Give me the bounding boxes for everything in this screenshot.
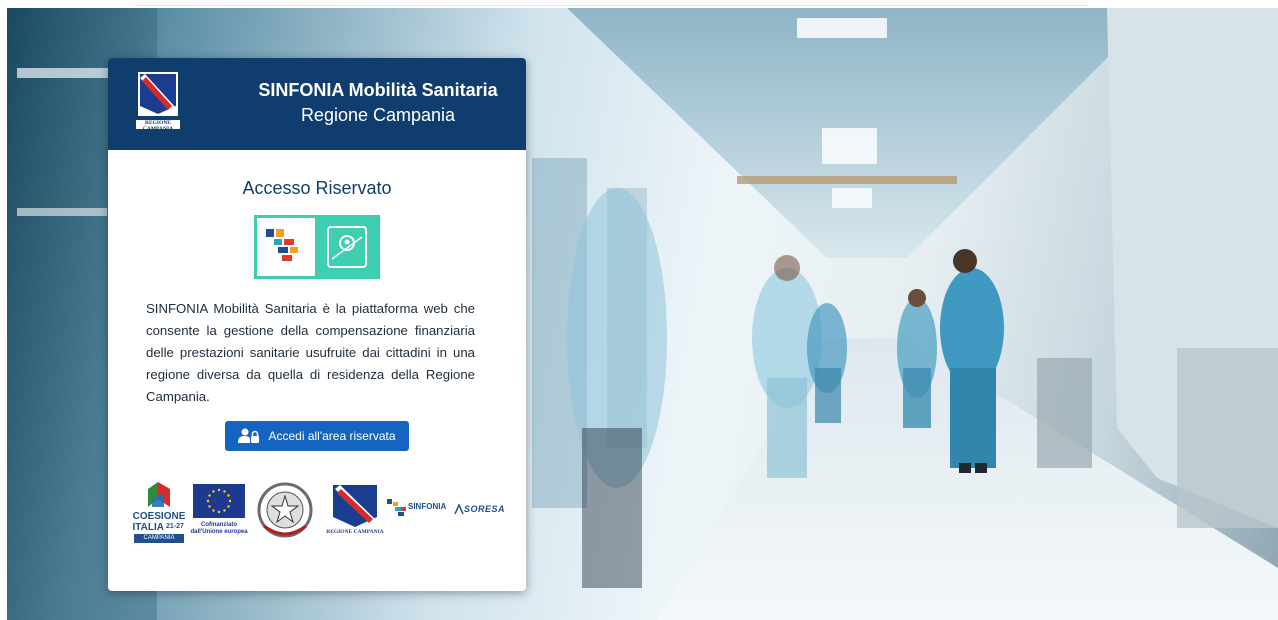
coesione-years: 21-27: [166, 523, 184, 530]
eu-cofinanced-logo: Cofinanziato dall'Unione europea: [190, 484, 250, 544]
soresa-mark-icon: [454, 504, 464, 515]
sinfonia-mobility-app-icon: [254, 215, 380, 279]
access-title: Accesso Riservato: [242, 178, 392, 198]
coesione-tag: CAMPANIA: [134, 534, 184, 543]
regione-campania-logo: REGIONE CAMPANIA: [326, 485, 384, 543]
coesione-line2: ITALIA: [132, 522, 164, 533]
app-title: SINFONIA Mobilità Sanitaria: [258, 80, 498, 100]
italian-republic-emblem-icon: [257, 482, 313, 538]
sinfonia-label: SINFONIA: [408, 502, 447, 511]
sinfonia-logo: SINFONIA: [386, 498, 452, 524]
platform-description: SINFONIA Mobilità Sanitaria è la piattaf…: [146, 301, 475, 404]
campania-crest-icon: [333, 485, 377, 527]
sinfonia-mark-icon: [387, 499, 406, 516]
user-lock-icon: [238, 428, 260, 443]
eu-line2: dall'Unione europea: [190, 529, 248, 535]
top-divider: [135, 5, 1087, 6]
crest-caption: REGIONE CAMPANIA: [142, 120, 174, 132]
soresa-label: SORESA: [464, 504, 506, 514]
eu-line1: Cofinanziato: [201, 522, 237, 528]
access-reserved-area-button[interactable]: Accedi all'area riservata: [225, 421, 409, 451]
coesione-italia-logo: COESIONE ITALIA 21-27 CAMPANIA: [130, 479, 188, 551]
partner-logos: COESIONE ITALIA 21-27 CAMPANIA Cofinanzi…: [108, 476, 526, 566]
card-header: REGIONE CAMPANIA SINFONIA Mobilità Sanit…: [108, 58, 526, 150]
coesione-arrow-icon: [148, 482, 170, 507]
login-card: REGIONE CAMPANIA SINFONIA Mobilità Sanit…: [108, 58, 526, 591]
eu-flag-icon: [193, 484, 245, 518]
app-subtitle: Regione Campania: [300, 105, 456, 125]
coesione-line1: COESIONE: [132, 511, 186, 522]
soresa-logo: SORESA: [454, 504, 516, 520]
access-button-label: Accedi all'area riservata: [268, 429, 396, 443]
campania-caption: REGIONE CAMPANIA: [326, 529, 384, 535]
